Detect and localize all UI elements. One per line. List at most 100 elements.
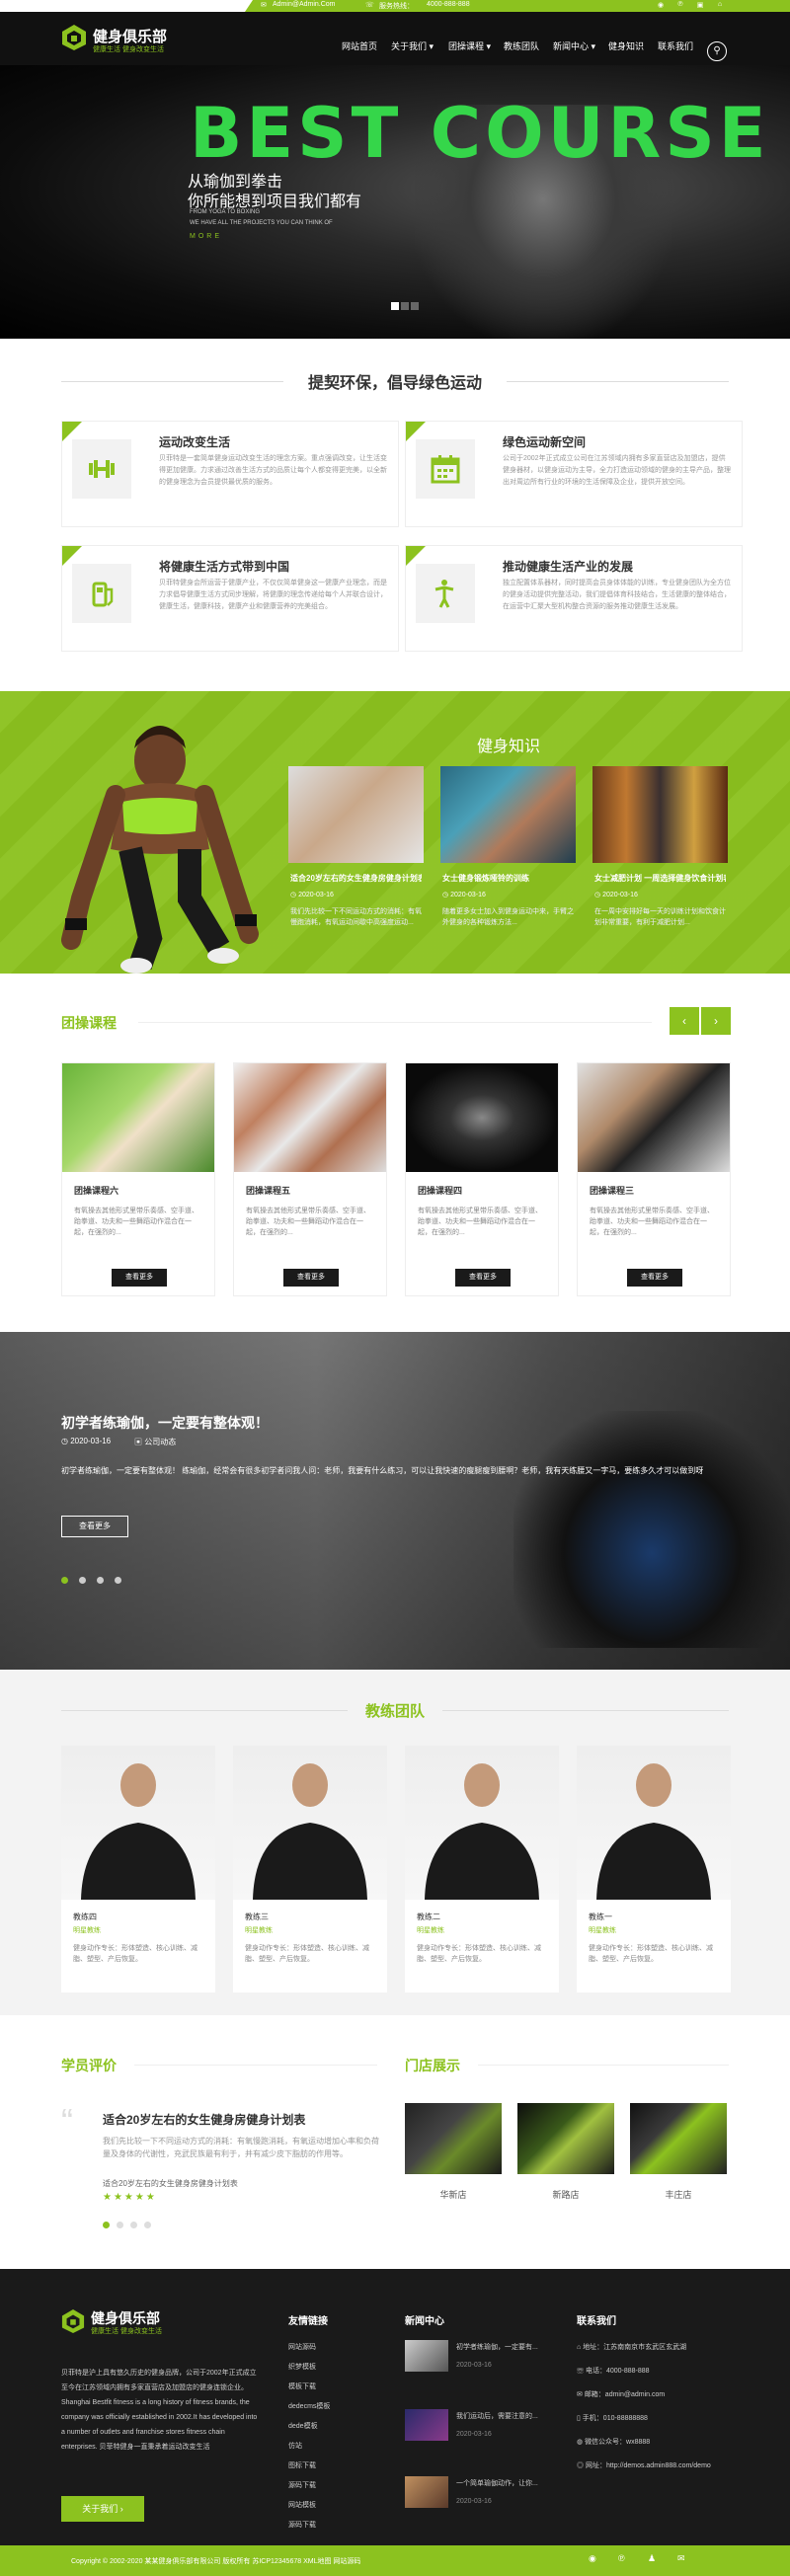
instagram-icon[interactable]: ▣ xyxy=(695,1,705,11)
nav-coaches[interactable]: 教练团队 xyxy=(504,39,539,52)
feature-card[interactable]: 将健康生活方式带到中国 贝菲特健身会所运营于健康产业，不仅仅简单健身这一健康产业… xyxy=(61,545,399,652)
footer-link[interactable]: 织梦模板 xyxy=(288,2362,316,2372)
footer-logo-icon[interactable] xyxy=(61,2308,85,2334)
footer-about-button[interactable]: 关于我们 › xyxy=(61,2496,144,2522)
contact-website[interactable]: ◎ 网址：http://demos.admin888.com/demo xyxy=(577,2460,731,2470)
logo-icon[interactable] xyxy=(61,24,87,51)
class-card[interactable]: 团操课程三 有氧操去其他形式里带乐奏感、空手道、跆拳道、功夫和一些舞蹈动作混合在… xyxy=(577,1062,731,1296)
slider-dot-1[interactable] xyxy=(391,302,399,310)
store-photo[interactable] xyxy=(517,2103,614,2174)
coach-photo[interactable] xyxy=(233,1746,387,1900)
store-name[interactable]: 丰庄店 xyxy=(630,2188,727,2201)
class-title[interactable]: 团操课程六 xyxy=(74,1184,118,1197)
review-dot-1[interactable] xyxy=(103,2222,110,2228)
review-dot-2[interactable] xyxy=(117,2222,123,2228)
footer-link[interactable]: 源码下载 xyxy=(288,2480,316,2490)
news-thumb[interactable] xyxy=(405,2409,448,2441)
class-thumb[interactable] xyxy=(234,1063,386,1172)
slider-dot-2[interactable] xyxy=(401,302,409,310)
feature-title[interactable]: 初学者练瑜伽，一定要有整体观！ xyxy=(61,1413,269,1433)
search-icon[interactable]: ⚲ xyxy=(707,41,727,61)
knowledge-card[interactable]: 适合20岁左右的女生健身房健身计划表 ◷ 2020-03-16 我们先比较一下不… xyxy=(288,766,424,934)
footer-link[interactable]: 网站源码 xyxy=(288,2342,316,2352)
qq-icon[interactable]: ♟ xyxy=(648,2553,656,2564)
coach-card[interactable]: 教练一 明星教练 健身动作专长：形体塑造、核心训练、减脂、塑型、产后恢复。 xyxy=(577,1746,731,1992)
review-dot-3[interactable] xyxy=(130,2222,137,2228)
feature-card[interactable]: 运动改变生活 贝菲特是一套简单健身运动改变生活的理念方案。重点强调改变，让生活变… xyxy=(61,421,399,527)
class-more-button[interactable]: 查看更多 xyxy=(283,1269,339,1287)
footer-link[interactable]: dedecms模板 xyxy=(288,2401,330,2411)
hero-en-line1: FROM YOGA TO BOXING xyxy=(190,209,261,215)
pinterest-icon[interactable]: ℗ xyxy=(675,1,685,11)
footer-news-title-item[interactable]: 初学者练瑜伽，一定要有... xyxy=(456,2342,538,2352)
knowledge-thumb[interactable] xyxy=(440,766,576,863)
class-card[interactable]: 团操课程四 有氧操去其他形式里带乐奏感、空手道、跆拳道、功夫和一些舞蹈动作混合在… xyxy=(405,1062,559,1296)
weibo-icon[interactable]: ◉ xyxy=(656,1,666,11)
news-thumb[interactable] xyxy=(405,2476,448,2508)
class-card[interactable]: 团操课程五 有氧操去其他形式里带乐奏感、空手道、跆拳道、功夫和一些舞蹈动作混合在… xyxy=(233,1062,387,1296)
store-photo[interactable] xyxy=(405,2103,502,2174)
class-thumb[interactable] xyxy=(578,1063,730,1172)
banner-dot-2[interactable] xyxy=(79,1577,86,1584)
nav-news[interactable]: 新闻中心 ▾ xyxy=(553,39,595,52)
footer-link[interactable]: 仿站 xyxy=(288,2441,302,2451)
coach-photo[interactable] xyxy=(61,1746,215,1900)
top-email[interactable]: Admin@Admin.Com xyxy=(273,1,336,8)
brand-name[interactable]: 健身俱乐部 xyxy=(93,26,167,46)
coach-card[interactable]: 教练四 明星教练 健身动作专长：形体塑造、核心训练、减脂、塑型、产后恢复。 xyxy=(61,1746,215,1992)
footer-link[interactable]: dede模板 xyxy=(288,2421,318,2431)
coach-photo[interactable] xyxy=(405,1746,559,1900)
review-title[interactable]: 适合20岁左右的女生健身房健身计划表 xyxy=(103,2111,305,2128)
feature-card[interactable]: 绿色运动新空间 公司于2002年正式成立公司在江苏领域内拥有多家直营店及加盟店，… xyxy=(405,421,743,527)
knowledge-card[interactable]: 女士健身锻炼哑铃的训练 ◷ 2020-03-16 随着更多女士加入到健身运动中来… xyxy=(440,766,576,934)
knowledge-item-title[interactable]: 适合20岁左右的女生健身房健身计划表 xyxy=(290,873,422,884)
nav-contact[interactable]: 联系我们 xyxy=(658,39,693,52)
cart-icon[interactable]: ⌂ xyxy=(715,1,725,11)
weibo-icon[interactable]: ◉ xyxy=(589,2553,596,2564)
nav-about[interactable]: 关于我们 ▾ xyxy=(391,39,434,52)
email-icon[interactable]: ✉ xyxy=(677,2553,685,2564)
banner-dot-3[interactable] xyxy=(97,1577,104,1584)
footer-link[interactable]: 模板下载 xyxy=(288,2381,316,2391)
knowledge-thumb[interactable] xyxy=(592,766,728,863)
feature-date: ◷ 2020-03-16 xyxy=(61,1437,112,1445)
coach-photo[interactable] xyxy=(577,1746,731,1900)
knowledge-item-title[interactable]: 女士健身锻炼哑铃的训练 xyxy=(442,873,574,884)
banner-dot-4[interactable] xyxy=(115,1577,121,1584)
class-title[interactable]: 团操课程三 xyxy=(590,1184,634,1197)
feature-more-button[interactable]: 查看更多 xyxy=(61,1516,128,1537)
class-thumb[interactable] xyxy=(62,1063,214,1172)
footer-news-title-item[interactable]: 一个简单瑜伽动作，让你... xyxy=(456,2478,538,2488)
class-thumb[interactable] xyxy=(406,1063,558,1172)
footer-link[interactable]: 图标下载 xyxy=(288,2460,316,2470)
store-name[interactable]: 华新店 xyxy=(405,2188,502,2201)
class-card[interactable]: 团操课程六 有氧操去其他形式里带乐奏感、空手道、跆拳道、功夫和一些舞蹈动作混合在… xyxy=(61,1062,215,1296)
coach-card[interactable]: 教练三 明星教练 健身动作专长：形体塑造、核心训练、减脂、塑型、产后恢复。 xyxy=(233,1746,387,1992)
knowledge-item-title[interactable]: 女士减肥计划 一周选择健身饮食计划表 xyxy=(594,873,726,884)
footer-news-title-item[interactable]: 我们运动后，需要注意的... xyxy=(456,2411,538,2421)
class-more-button[interactable]: 查看更多 xyxy=(627,1269,682,1287)
hero-more-link[interactable]: MORE xyxy=(190,233,222,240)
class-title[interactable]: 团操课程四 xyxy=(418,1184,462,1197)
pinterest-icon[interactable]: ℗ xyxy=(618,2553,625,2563)
news-thumb[interactable] xyxy=(405,2340,448,2372)
nav-courses[interactable]: 团操课程 ▾ xyxy=(448,39,491,52)
nav-knowledge[interactable]: 健身知识 xyxy=(608,39,644,52)
class-title[interactable]: 团操课程五 xyxy=(246,1184,290,1197)
classes-prev-button[interactable]: ‹ xyxy=(670,1007,699,1035)
classes-next-button[interactable]: › xyxy=(701,1007,731,1035)
feature-card[interactable]: 推动健康生活产业的发展 独立配置体系器材，同时提高会员身体体能的训练，专业健身团… xyxy=(405,545,743,652)
knowledge-card[interactable]: 女士减肥计划 一周选择健身饮食计划表 ◷ 2020-03-16 在一周中安排好每… xyxy=(592,766,728,934)
slider-dot-3[interactable] xyxy=(411,302,419,310)
coach-card[interactable]: 教练二 明星教练 健身动作专长：形体塑造、核心训练、减脂、塑型、产后恢复。 xyxy=(405,1746,559,1992)
footer-link[interactable]: 源码下载 xyxy=(288,2520,316,2530)
store-name[interactable]: 新路店 xyxy=(517,2188,614,2201)
footer-link[interactable]: 网站模板 xyxy=(288,2500,316,2510)
banner-dot-1[interactable] xyxy=(61,1577,68,1584)
review-dot-4[interactable] xyxy=(144,2222,151,2228)
store-photo[interactable] xyxy=(630,2103,727,2174)
class-more-button[interactable]: 查看更多 xyxy=(112,1269,167,1287)
knowledge-thumb[interactable] xyxy=(288,766,424,863)
nav-home[interactable]: 网站首页 xyxy=(342,39,377,52)
class-more-button[interactable]: 查看更多 xyxy=(455,1269,511,1287)
